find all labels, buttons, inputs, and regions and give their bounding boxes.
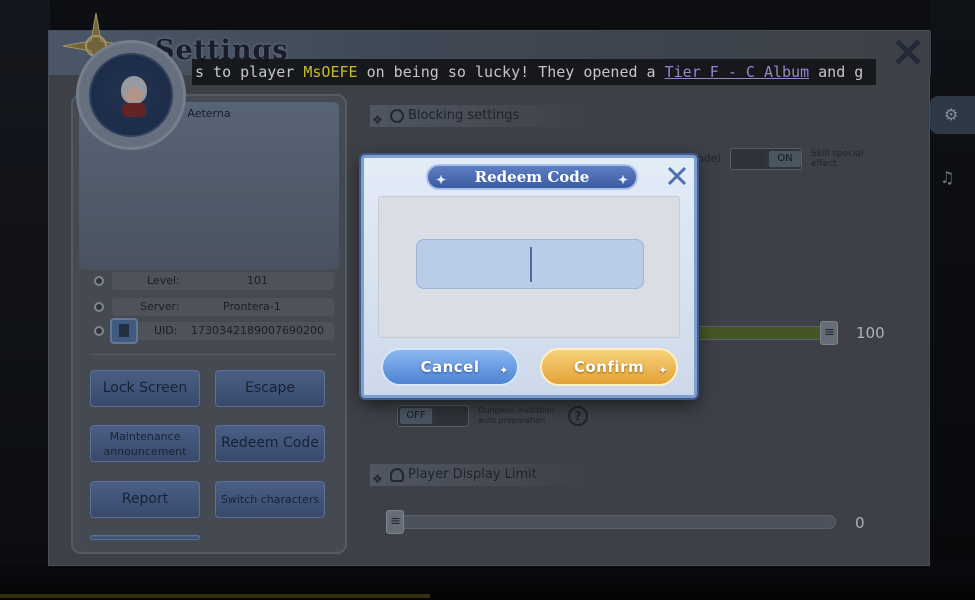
cancel-button[interactable]: Cancel ✦: [381, 348, 519, 386]
confirm-label: Confirm: [573, 358, 645, 376]
sparkle-icon: ✦: [658, 364, 668, 377]
sparkle-icon: ✦: [436, 173, 447, 187]
close-icon[interactable]: [666, 165, 688, 187]
game-screen: ⚙ ♫ Settings Aeterna Level: 101 Server: …: [0, 0, 975, 600]
cancel-label: Cancel: [420, 358, 480, 376]
sparkle-icon: ✦: [499, 364, 509, 377]
sparkle-icon: ✦: [617, 173, 628, 187]
text-caret: [530, 247, 532, 282]
dialog-title: Redeem Code: [474, 168, 590, 186]
dialog-body: [378, 196, 680, 338]
dialog-title-banner: ✦ Redeem Code ✦: [426, 164, 638, 190]
redeem-code-dialog: ✦ Redeem Code ✦ Cancel ✦ Confirm ✦: [361, 155, 697, 398]
confirm-button[interactable]: Confirm ✦: [540, 348, 678, 386]
